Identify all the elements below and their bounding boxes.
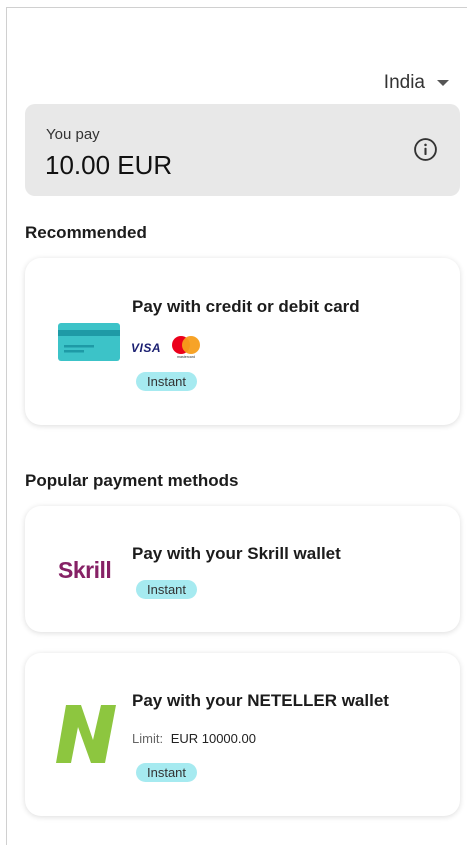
pay-label: You pay [46, 126, 100, 143]
method-card-skrill[interactable]: Skrill Pay with your Skrill wallet Insta… [25, 506, 460, 632]
mastercard-wordmark: mastercard [177, 355, 195, 359]
limit-label: Limit: [132, 731, 164, 746]
country-label: India [383, 72, 425, 93]
badge-instant: Instant [136, 580, 198, 599]
pay-summary: You pay 10.00 EUR [25, 104, 460, 196]
section-title-recommended: Recommended [25, 223, 147, 242]
badge-instant: Instant [136, 372, 198, 391]
method-title-neteller: Pay with your NETELLER wallet [132, 691, 389, 710]
skrill-logo: Skrill [58, 557, 112, 583]
mastercard-logo-icon: mastercard [172, 336, 200, 359]
method-title-skrill: Pay with your Skrill wallet [132, 544, 341, 563]
payment-panel: India You pay 10.00 EUR Recommended Pay … [6, 7, 467, 845]
section-title-popular: Popular payment methods [25, 471, 239, 490]
chevron-down-icon [437, 80, 449, 86]
method-title-card: Pay with credit or debit card [132, 297, 360, 316]
info-icon[interactable] [413, 137, 438, 162]
visa-logo: VISA [131, 341, 162, 355]
limit-value: EUR 10000.00 [170, 731, 256, 746]
credit-card-icon [58, 323, 120, 361]
badge-instant: Instant [136, 763, 198, 782]
method-card-credit-card[interactable]: Pay with credit or debit card VISA maste… [25, 258, 460, 425]
method-card-neteller[interactable]: Pay with your NETELLER wallet Limit: EUR… [25, 653, 460, 816]
neteller-logo-icon [56, 705, 116, 763]
pay-amount: 10.00 EUR [45, 150, 173, 180]
country-selector[interactable]: India [384, 72, 449, 94]
limit-row: Limit: EUR 10000.00 [132, 731, 256, 746]
